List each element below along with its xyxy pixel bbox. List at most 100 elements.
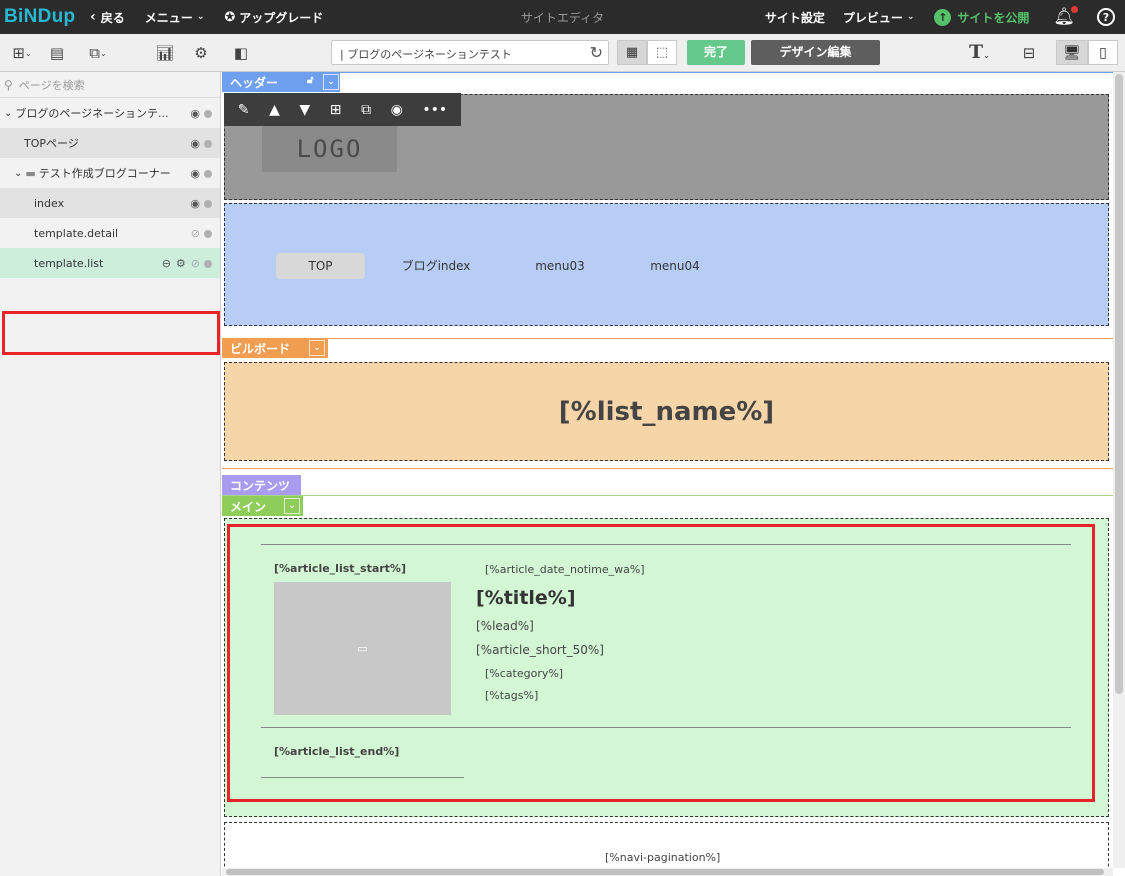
page-search[interactable]: ⚲ ページを検索 [0, 72, 220, 98]
select-mode-toggle[interactable]: ⬚ [647, 40, 677, 65]
main-tag[interactable]: メイン ⌄ [222, 496, 303, 516]
header-tag-label: ヘッダー [230, 75, 279, 90]
nav-item-menu04[interactable]: menu04 [640, 253, 710, 279]
sidebar-toggle-icon[interactable]: ◧ [231, 43, 251, 63]
status-dot [204, 229, 212, 238]
tree-item-icons: ◉ [190, 197, 212, 210]
canvas-scrollbar-vertical[interactable] [1113, 72, 1125, 868]
help-icon[interactable]: ? [1097, 8, 1115, 26]
done-button[interactable]: 完了 [687, 40, 745, 65]
lock-icon[interactable]: 🔓︎ [307, 75, 313, 86]
billboard-line [222, 338, 1113, 339]
contents-tag[interactable]: コンテンツ [222, 475, 301, 495]
gear-icon[interactable]: ⚙ [191, 43, 211, 63]
reload-icon[interactable]: ↻ [590, 43, 603, 62]
tree-item-label: template.list [34, 256, 104, 270]
main-tag-label: メイン [230, 499, 267, 514]
notification-button[interactable]: 🔔︎ [1053, 6, 1078, 27]
publish-label: サイトを公開 [957, 10, 1030, 25]
tree-item-icons: ◉ [190, 167, 212, 180]
pencil-icon[interactable]: ✎ [238, 102, 250, 118]
contents-tag-label: コンテンツ [230, 478, 291, 493]
chevron-down-icon[interactable]: ⌄ [284, 498, 300, 514]
analytics-icon[interactable]: 📊︎ [155, 43, 175, 63]
status-dot [204, 109, 212, 118]
publish-button[interactable]: ↑ サイトを公開 [934, 8, 1030, 26]
menu-button[interactable]: メニュー ⌄ [145, 9, 205, 26]
upload-icon: ↑ [934, 8, 952, 26]
eye-icon[interactable]: ◉ [190, 137, 200, 150]
add-page-icon[interactable]: ⊞ ⌄ [8, 43, 36, 63]
gear-icon[interactable]: ⚙ [176, 257, 186, 270]
tree-item-index[interactable]: index ◉ [0, 188, 220, 218]
desktop-view-toggle[interactable]: 🖥︎ [1056, 40, 1088, 65]
more-icon[interactable]: ••• [422, 102, 447, 118]
editor-toolbar: ⊞ ⌄ ▤ ⧉ ⌄ 📊︎ ⚙ ◧ | ブログのページネーションテスト ↻ ▦ ⬚ 完… [0, 34, 1125, 72]
chevron-down-icon[interactable]: ⌄ [309, 340, 325, 356]
eye-icon[interactable]: ◉ [190, 197, 200, 210]
billboard-tag[interactable]: ビルボード ⌄ [222, 338, 328, 358]
logo-placeholder[interactable]: LOGO [262, 125, 397, 172]
mobile-view-toggle[interactable]: ▯ [1088, 40, 1118, 65]
minus-circle-icon[interactable]: ⊖ [162, 257, 171, 270]
status-dot [204, 199, 212, 208]
preview-button[interactable]: プレビュー ⌄ [843, 9, 915, 26]
page-edit-icon[interactable]: ⧉ ⌄ [84, 43, 112, 63]
eye-icon[interactable]: ◉ [391, 102, 403, 118]
nav-item-top[interactable]: TOP [276, 253, 365, 279]
tree-item-template-detail[interactable]: template.detail ⊘ [0, 218, 220, 248]
search-placeholder: ページを検索 [18, 78, 85, 92]
back-button[interactable]: ‹ 戻る [90, 9, 125, 26]
chevron-down-icon: ⌄ [906, 12, 915, 22]
search-icon: ⚲ [4, 77, 13, 92]
folder-icon: ▬ [25, 166, 36, 180]
select-dashed-icon: ⬚ [655, 45, 669, 60]
award-icon: ✪ [224, 9, 236, 25]
top-right-group: サイト設定 プレビュー ⌄ ↑ サイトを公開 🔔︎ ? [765, 0, 1115, 34]
tree-item-icons: ◉ [190, 137, 212, 150]
document-icon[interactable]: ▤ [47, 43, 67, 63]
tree-item-template-list[interactable]: template.list ⊖ ⚙ ⊘ [0, 248, 220, 278]
nav-item-blog-index[interactable]: ブログindex [396, 253, 476, 279]
chevron-down-icon[interactable]: ⌄ [14, 168, 22, 179]
chevron-down-icon[interactable]: ⌄ [4, 108, 12, 119]
page-url-field[interactable]: | ブログのページネーションテスト ↻ [331, 40, 609, 65]
eye-off-icon[interactable]: ⊘ [191, 227, 200, 240]
copy-icon[interactable]: ⧉ [361, 102, 371, 118]
pagination-template[interactable]: [%navi-pagination%] [605, 851, 720, 864]
scroll-thumb[interactable] [226, 869, 1104, 875]
eye-icon[interactable]: ◉ [190, 107, 200, 120]
add-block-icon[interactable]: ⊞ [330, 102, 342, 118]
pagination-block[interactable]: [%navi-pagination%] [224, 822, 1109, 868]
tree-item-top[interactable]: TOPページ ◉ [0, 128, 220, 158]
nav-item-menu03[interactable]: menu03 [525, 253, 595, 279]
layout-icon[interactable]: ⊟ [1019, 43, 1039, 63]
nav-block[interactable]: TOP ブログindex menu03 menu04 [224, 203, 1109, 326]
canvas-scrollbar-horizontal[interactable] [222, 868, 1113, 876]
chevron-down-icon[interactable]: ⌄ [323, 74, 339, 90]
eye-icon[interactable]: ◉ [190, 167, 200, 180]
header-line [222, 72, 1113, 73]
header-tag[interactable]: ヘッダー 🔓︎ ⌄ [222, 72, 340, 92]
site-settings-button[interactable]: サイト設定 [765, 9, 825, 26]
editor-title: サイトエディタ [520, 11, 605, 25]
billboard-text: [%list_name%] [558, 396, 775, 427]
upgrade-label: アップグレード [239, 10, 324, 25]
tree-item-site[interactable]: ⌄ ブログのページネーションテ... ◉ [0, 98, 220, 128]
upgrade-button[interactable]: ✪ アップグレード [224, 9, 323, 26]
scroll-thumb[interactable] [1115, 74, 1123, 694]
mobile-icon: ▯ [1099, 44, 1107, 61]
arrow-up-icon[interactable]: ▲ [269, 102, 280, 118]
billboard-block[interactable]: [%list_name%] [224, 362, 1109, 461]
billboard-tag-label: ビルボード [230, 341, 291, 356]
eye-off-icon[interactable]: ⊘ [191, 257, 200, 270]
tree-item-icons: ⊖ ⚙ ⊘ [162, 257, 212, 270]
text-style-button[interactable]: T⌄ [969, 41, 990, 63]
tree-item-blog-corner[interactable]: ⌄ ▬ テスト作成ブログコーナー ◉ [0, 158, 220, 188]
design-edit-button[interactable]: デザイン編集 [751, 40, 880, 65]
preview-label: プレビュー [842, 10, 903, 25]
arrow-down-icon[interactable]: ▼ [299, 102, 310, 118]
block-guide-toggle[interactable]: ▦ [617, 40, 647, 65]
tree-item-label: template.detail [34, 226, 119, 240]
status-dot [204, 139, 212, 148]
